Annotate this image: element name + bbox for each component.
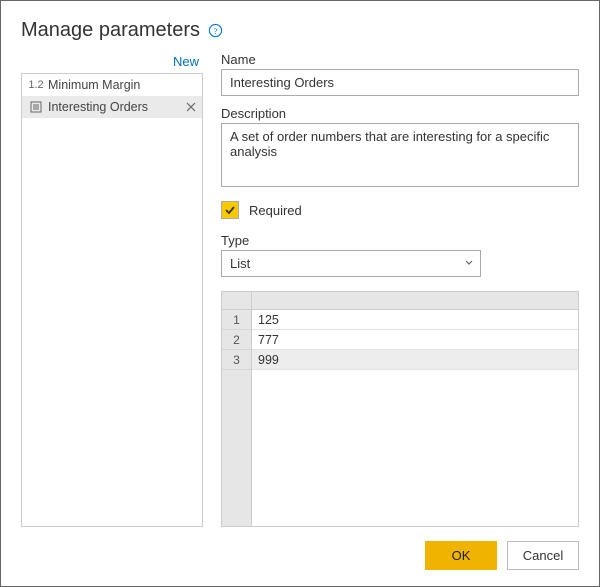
- dialog-footer: OK Cancel: [21, 527, 579, 570]
- help-icon[interactable]: ?: [208, 23, 223, 38]
- grid-row[interactable]: 777: [252, 330, 578, 350]
- grid-row-number: 2: [222, 330, 251, 350]
- description-input[interactable]: [221, 123, 579, 187]
- new-parameter-link[interactable]: New: [173, 54, 199, 69]
- parameter-item-label: Minimum Margin: [48, 78, 198, 92]
- type-select[interactable]: List: [221, 250, 481, 277]
- parameter-sidebar: New 1.2 Minimum Margin: [21, 52, 203, 527]
- grid-cell[interactable]: 777: [252, 333, 578, 347]
- grid-row-number: 3: [222, 350, 251, 370]
- parameter-item[interactable]: 1.2 Minimum Margin: [22, 74, 202, 96]
- type-label: Type: [221, 233, 579, 248]
- decimal-icon: 1.2: [28, 79, 44, 91]
- grid-row[interactable]: 999: [252, 350, 578, 370]
- list-icon: [28, 101, 44, 113]
- description-label: Description: [221, 106, 579, 121]
- parameter-form: Name Description Required Type List: [221, 52, 579, 527]
- dialog-titlebar: Manage parameters ?: [21, 19, 579, 42]
- required-checkbox[interactable]: [221, 201, 239, 219]
- manage-parameters-dialog: Manage parameters ? New 1.2 Minimum Marg…: [0, 0, 600, 587]
- delete-parameter-icon[interactable]: [184, 102, 198, 112]
- ok-button[interactable]: OK: [425, 541, 497, 570]
- svg-text:?: ?: [214, 26, 218, 36]
- type-select-value: List: [230, 256, 250, 271]
- parameter-item[interactable]: Interesting Orders: [22, 96, 202, 118]
- dialog-title: Manage parameters: [21, 19, 200, 42]
- grid-row-number: 1: [222, 310, 251, 330]
- name-label: Name: [221, 52, 579, 67]
- grid-row[interactable]: 125: [252, 310, 578, 330]
- grid-cell[interactable]: 999: [252, 353, 578, 367]
- parameter-list[interactable]: 1.2 Minimum Margin Interesting Orders: [21, 73, 203, 527]
- name-input[interactable]: [221, 69, 579, 96]
- grid-cell[interactable]: 125: [252, 313, 578, 327]
- parameter-item-label: Interesting Orders: [48, 100, 180, 114]
- required-label: Required: [249, 203, 302, 218]
- values-grid[interactable]: 123 125 777 999: [221, 291, 579, 527]
- cancel-button[interactable]: Cancel: [507, 541, 579, 570]
- grid-header: [222, 292, 578, 310]
